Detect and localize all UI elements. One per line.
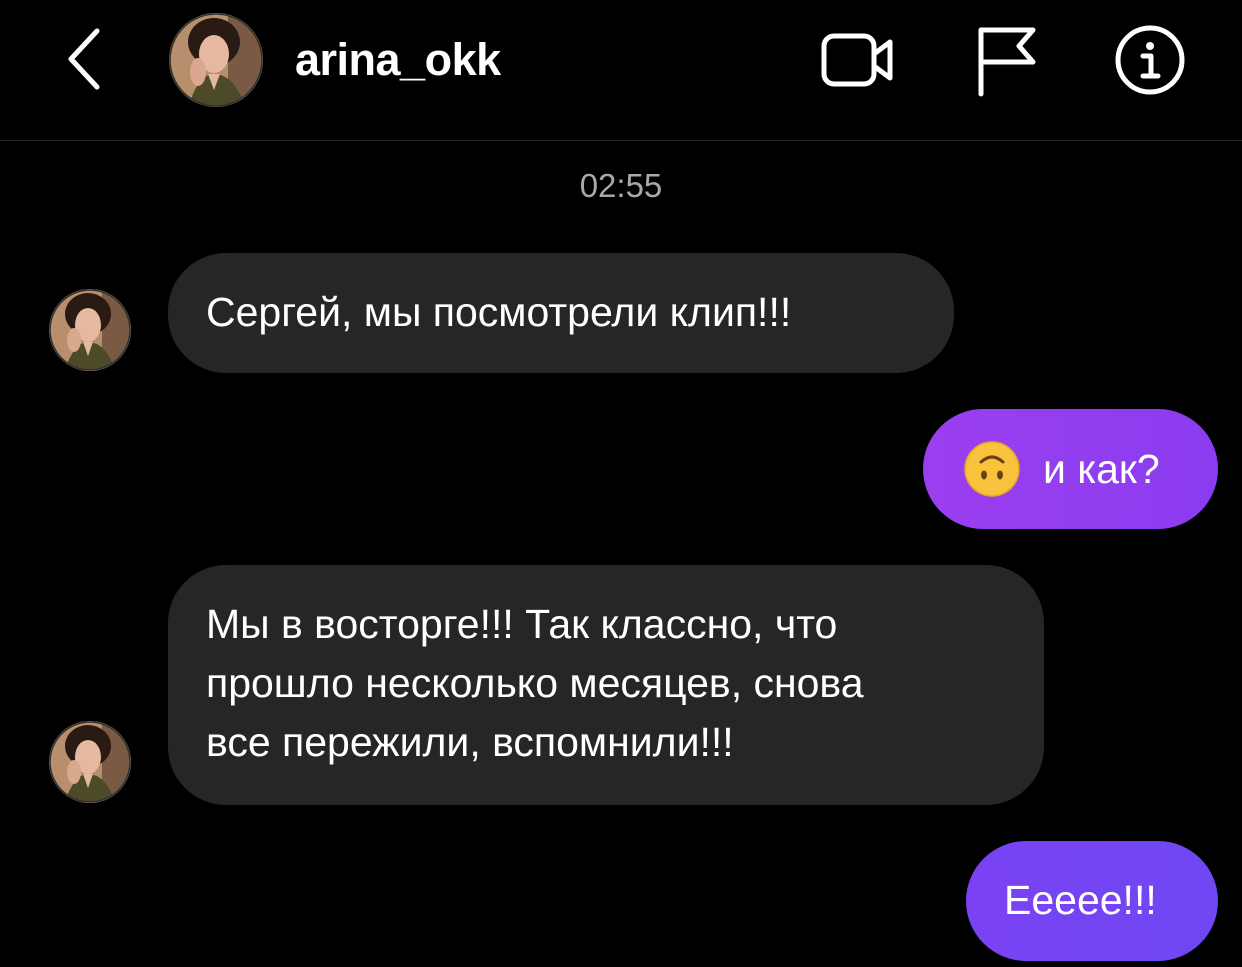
avatar[interactable] (168, 12, 264, 108)
flag-icon (978, 27, 1036, 97)
chevron-left-icon (68, 28, 100, 90)
message-timestamp: 02:55 (579, 167, 663, 204)
chat-username[interactable]: arina_okk (295, 34, 501, 86)
message-text-line: Мы в восторге!!! Так классно, что (206, 601, 838, 647)
message-text: и как? (1043, 445, 1160, 492)
report-button[interactable] (967, 20, 1047, 100)
upside-down-face-emoji-icon (964, 441, 1020, 497)
video-camera-icon (821, 33, 893, 87)
message-text-line: все пережили, вспомнили!!! (206, 719, 734, 765)
sender-avatar[interactable] (48, 720, 132, 804)
info-icon (1115, 25, 1185, 95)
message-text: Ееeee!!! (1004, 877, 1157, 923)
chat-header: arina_okk (0, 0, 1242, 141)
sender-avatar[interactable] (48, 288, 132, 372)
incoming-message-bubble[interactable]: Сергей, мы посмотрели клип!!! (168, 253, 954, 373)
back-button[interactable] (58, 24, 108, 94)
incoming-message-bubble[interactable]: Мы в восторге!!! Так классно, что прошло… (168, 565, 1044, 805)
info-button[interactable] (1110, 20, 1190, 100)
video-call-button[interactable] (818, 20, 898, 100)
message-text-line: прошло несколько месяцев, снова (206, 660, 864, 706)
outgoing-message-bubble[interactable]: и как? (923, 409, 1218, 529)
outgoing-message-bubble[interactable]: Ееeee!!! (966, 841, 1218, 961)
message-text: Сергей, мы посмотрели клип!!! (206, 289, 792, 335)
